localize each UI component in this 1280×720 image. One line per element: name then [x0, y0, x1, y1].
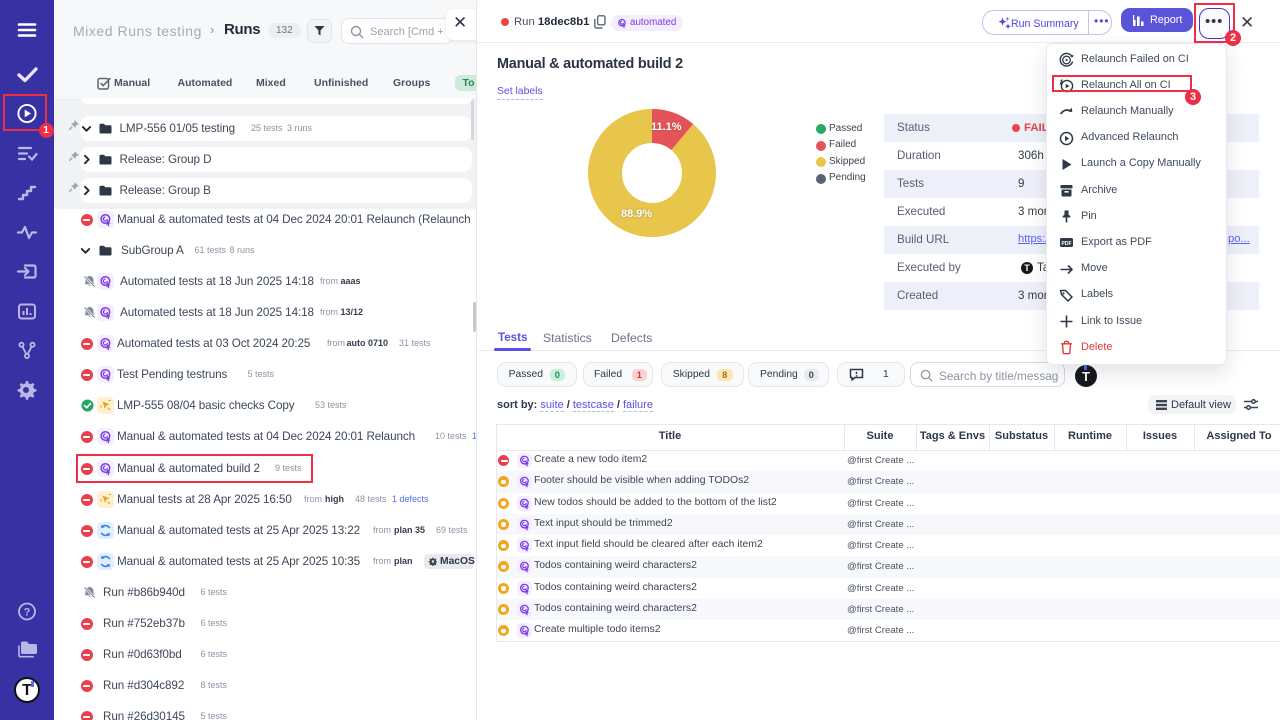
svg-text:PDF: PDF — [1062, 241, 1072, 247]
svg-text:?: ? — [24, 607, 31, 619]
